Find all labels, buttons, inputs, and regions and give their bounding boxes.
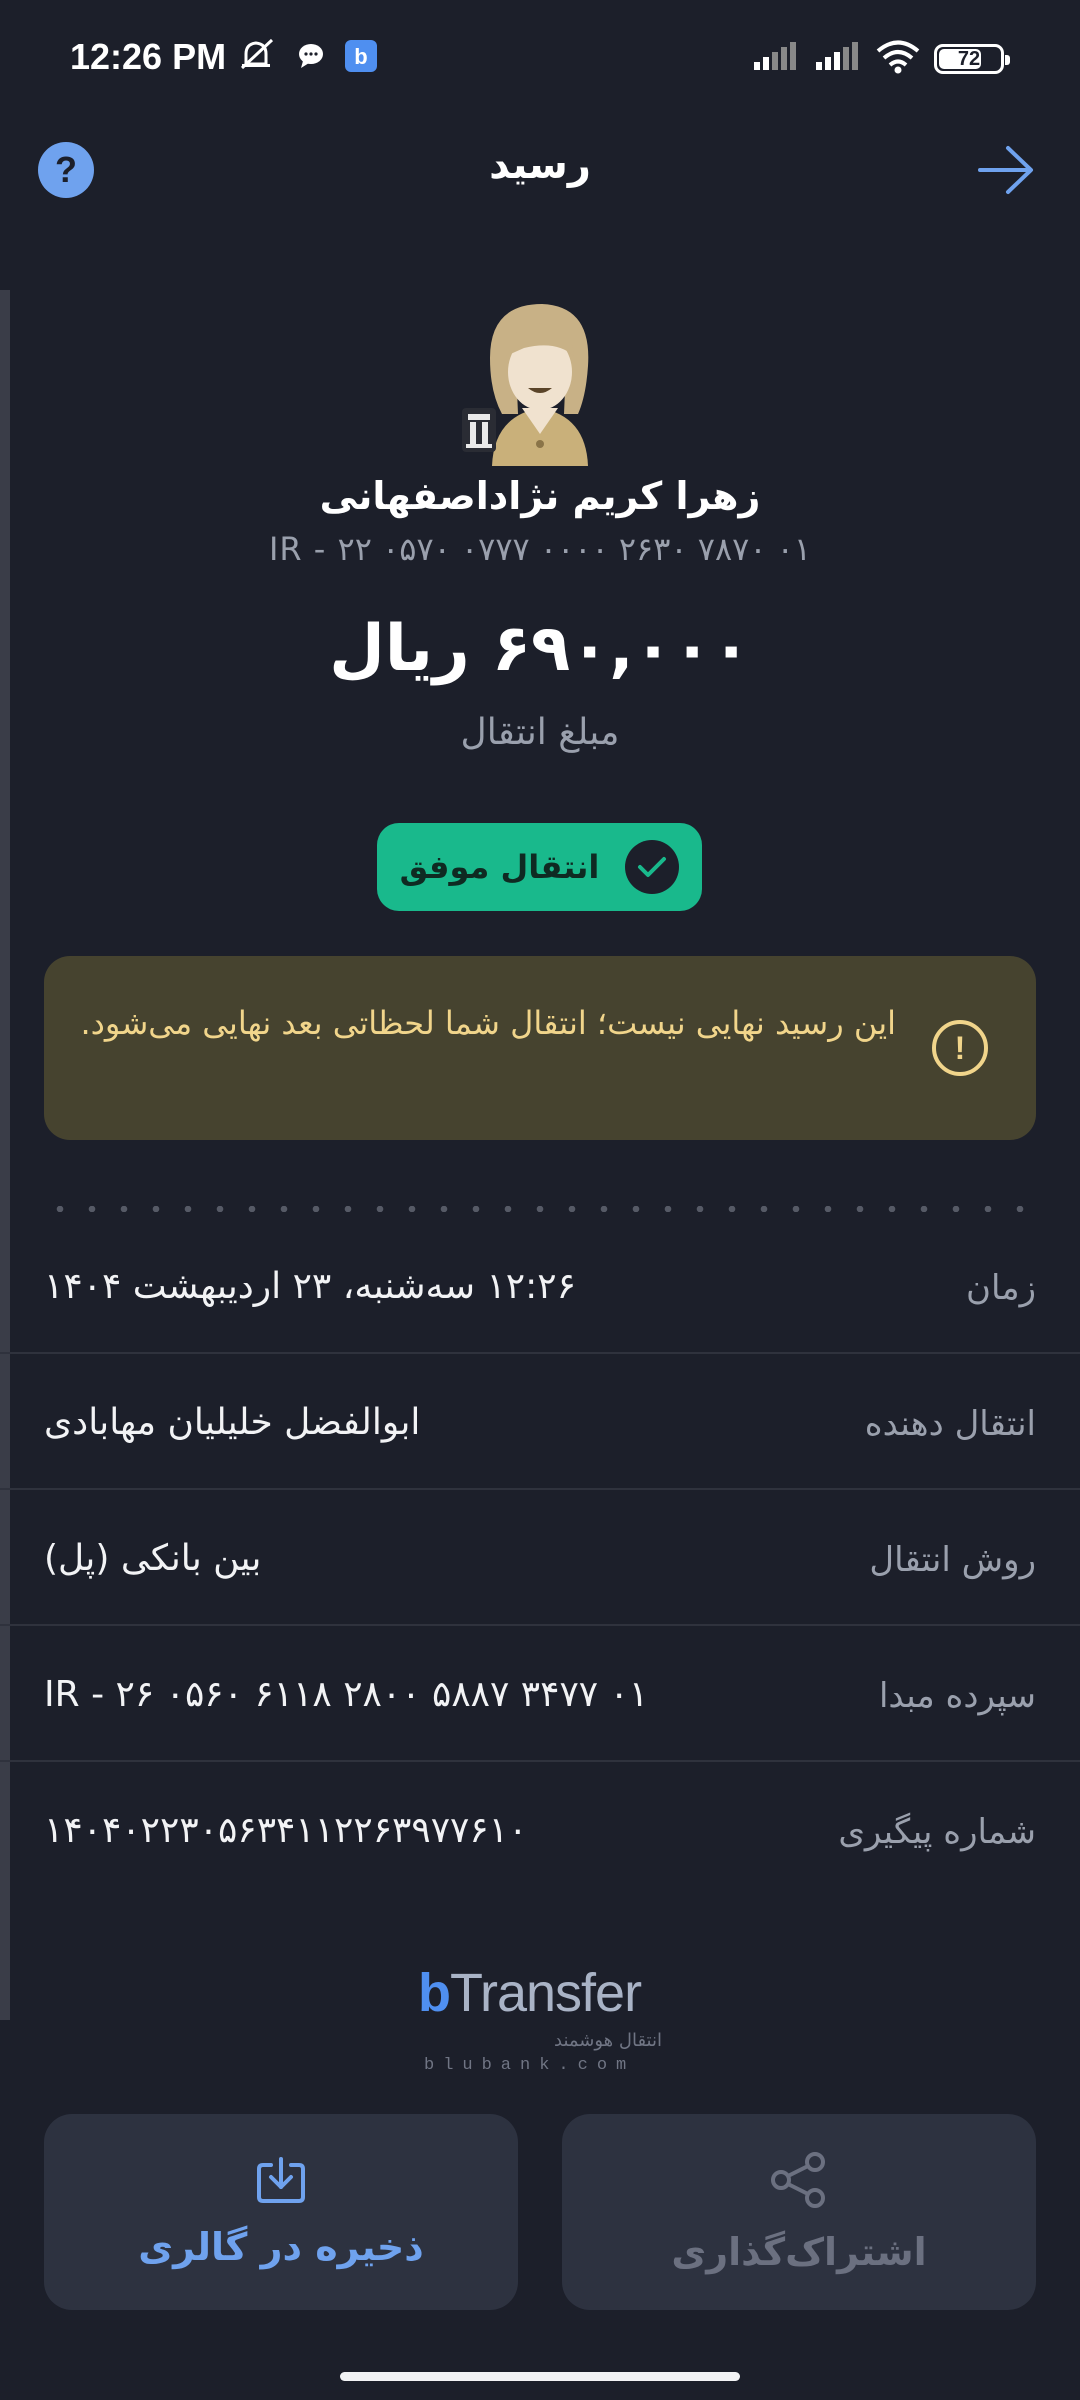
brand-logo-rest: Transfer — [450, 1963, 642, 2023]
detail-row-tracking-number: شماره پیگیری ۱۴۰۴۰۲۲۳۰۵۶۳۴۱۱۲۲۶۳۹۷۷۶۱۰ — [0, 1762, 1080, 1898]
page-title: رسید — [489, 142, 591, 188]
detail-value: ۱۴۰۴۰۲۲۳۰۵۶۳۴۱۱۲۲۶۳۹۷۷۶۱۰ — [44, 1810, 528, 1851]
home-indicator[interactable] — [340, 2372, 740, 2381]
receipt-details: زمان ۱۲:۲۶ سه‌شنبه، ۲۳ اردیبهشت ۱۴۰۴ انت… — [0, 1218, 1080, 1898]
brand-title: bTransfer — [418, 1962, 642, 2024]
battery-level-text: 72 — [957, 47, 981, 70]
signal-icon — [814, 42, 862, 76]
status-system-icons: 72 — [752, 40, 1010, 78]
share-button-label: اشتراک‌گذاری — [671, 2230, 927, 2274]
detail-value: بین بانکی (پل) — [44, 1538, 262, 1579]
mute-icon — [238, 38, 278, 78]
transfer-amount-label: مبلغ انتقال — [460, 712, 620, 753]
transfer-amount: ۶۹۰,۰۰۰ ریال — [329, 612, 751, 686]
bank-emblem-icon — [462, 408, 496, 452]
signal-icon — [752, 42, 800, 76]
brand-logo-b: b — [418, 1963, 451, 2023]
detail-row-time: زمان ۱۲:۲۶ سه‌شنبه، ۲۳ اردیبهشت ۱۴۰۴ — [0, 1218, 1080, 1354]
app-header: ? رسید — [0, 120, 1080, 220]
status-label: انتقال موفق — [399, 848, 600, 886]
download-icon — [257, 2157, 305, 2203]
detail-value: ۱۲:۲۶ سه‌شنبه، ۲۳ اردیبهشت ۱۴۰۴ — [44, 1266, 576, 1307]
share-button[interactable]: اشتراک‌گذاری — [562, 2114, 1036, 2310]
status-badge: انتقال موفق — [377, 823, 702, 911]
status-notification-icons: b — [238, 38, 378, 78]
status-time: 12:26 PM — [70, 36, 227, 77]
save-to-gallery-button[interactable]: ذخیره در گالری — [44, 2114, 518, 2310]
warning-banner: ! این رسید نهایی نیست؛ انتقال شما لحظاتی… — [44, 956, 1036, 1140]
detail-label: سپرده مبدا — [878, 1676, 1036, 1716]
status-bar: 12:26 PM b 72 — [0, 0, 1080, 118]
recipient-name: زهرا کریم نژاداصفهانی — [319, 474, 761, 518]
check-icon — [625, 840, 680, 894]
warning-text: این رسید نهایی نیست؛ انتقال شما لحظاتی ب… — [80, 1004, 897, 1042]
detail-label: انتقال دهنده — [864, 1404, 1036, 1444]
blu-app-icon: b — [344, 39, 378, 77]
exclamation-icon: ! — [932, 1020, 988, 1076]
recipient-iban: IR - ۲۲ ۰۵۷۰ ۰۷۷۷ ۰۰۰۰ ۲۶۳۰ ۷۸۷۰ ۰۱ — [268, 530, 812, 568]
back-button[interactable] — [976, 144, 1036, 196]
arrow-right-icon — [978, 146, 1033, 194]
save-button-label: ذخیره در گالری — [138, 2225, 424, 2269]
detail-label: شماره پیگیری — [838, 1812, 1036, 1852]
brand-tagline: انتقال هوشمند — [554, 2030, 662, 2051]
btransfer-logo: bTransfer انتقال هوشمند blubank.com — [418, 1962, 662, 2075]
detail-row-source-account: سپرده مبدا IR - ۲۶ ۰۵۶۰ ۶۱۱۸ ۲۸۰۰ ۵۸۸۷ ۳… — [0, 1626, 1080, 1762]
detail-row-sender: انتقال دهنده ابوالفضل خلیلیان مهابادی — [0, 1354, 1080, 1490]
detail-value: IR - ۲۶ ۰۵۶۰ ۶۱۱۸ ۲۸۰۰ ۵۸۸۷ ۳۴۷۷ ۰۱ — [44, 1674, 649, 1715]
wifi-icon — [876, 40, 920, 78]
dotted-divider — [44, 1206, 1036, 1212]
detail-value: ابوالفضل خلیلیان مهابادی — [44, 1402, 421, 1443]
detail-label: زمان — [966, 1268, 1036, 1308]
brand-domain: blubank.com — [424, 2056, 636, 2075]
recipient-avatar — [460, 296, 620, 466]
chat-bubble-icon — [296, 41, 326, 75]
svg-text:b: b — [354, 44, 367, 69]
battery-icon: 72 — [934, 44, 1010, 74]
detail-label: روش انتقال — [869, 1540, 1036, 1580]
share-icon — [771, 2152, 825, 2208]
detail-row-method: روش انتقال بین بانکی (پل) — [0, 1490, 1080, 1626]
